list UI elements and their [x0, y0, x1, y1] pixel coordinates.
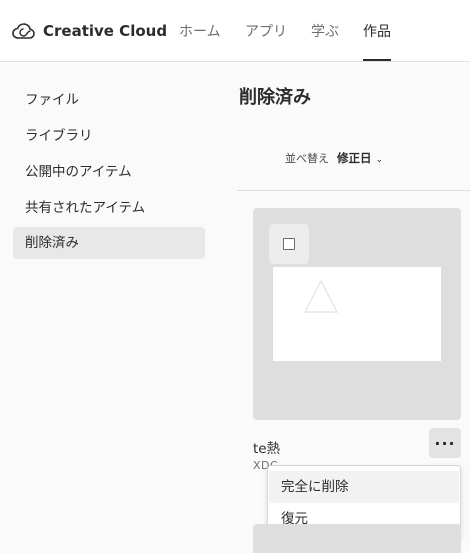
nav-learn[interactable]: 学ぶ — [311, 21, 339, 62]
sidebar-item-deleted[interactable]: 削除済み — [13, 227, 205, 259]
sort-value[interactable]: 修正日 — [337, 150, 372, 166]
select-checkbox-container[interactable] — [269, 224, 309, 264]
creative-cloud-logo-icon — [12, 23, 35, 39]
sidebar-item-shared[interactable]: 共有されたアイテム — [13, 192, 205, 224]
chevron-down-icon[interactable]: ⌄ — [376, 155, 384, 165]
menu-item-delete-permanently[interactable]: 完全に削除 — [269, 471, 459, 503]
nav-apps[interactable]: アプリ — [245, 21, 287, 62]
sort-label: 並べ替え — [285, 152, 329, 165]
sidebar-item-published[interactable]: 公開中のアイテム — [13, 156, 205, 188]
file-card-thumbnail[interactable] — [253, 524, 461, 553]
nav-active-indicator — [363, 59, 391, 61]
file-preview — [273, 267, 441, 361]
nav-work[interactable]: 作品 — [363, 21, 391, 62]
top-navigation-bar: Creative Cloud ホーム アプリ 学ぶ 作品 — [0, 0, 470, 62]
sort-control[interactable]: 並べ替え 修正日 ⌄ — [285, 150, 383, 166]
file-name: te熱 — [253, 441, 281, 457]
more-icon: ... — [434, 430, 456, 449]
nav-home[interactable]: ホーム — [179, 21, 221, 62]
checkbox-icon[interactable] — [283, 238, 295, 250]
sidebar-item-libraries[interactable]: ライブラリ — [13, 120, 205, 152]
brand[interactable]: Creative Cloud — [12, 19, 167, 43]
page-title: 削除済み — [239, 87, 311, 108]
more-actions-button[interactable]: ... — [429, 428, 461, 458]
xd-triangle-icon — [304, 280, 338, 313]
divider — [237, 190, 470, 191]
sidebar-item-files[interactable]: ファイル — [13, 84, 205, 116]
brand-name: Creative Cloud — [43, 22, 168, 40]
